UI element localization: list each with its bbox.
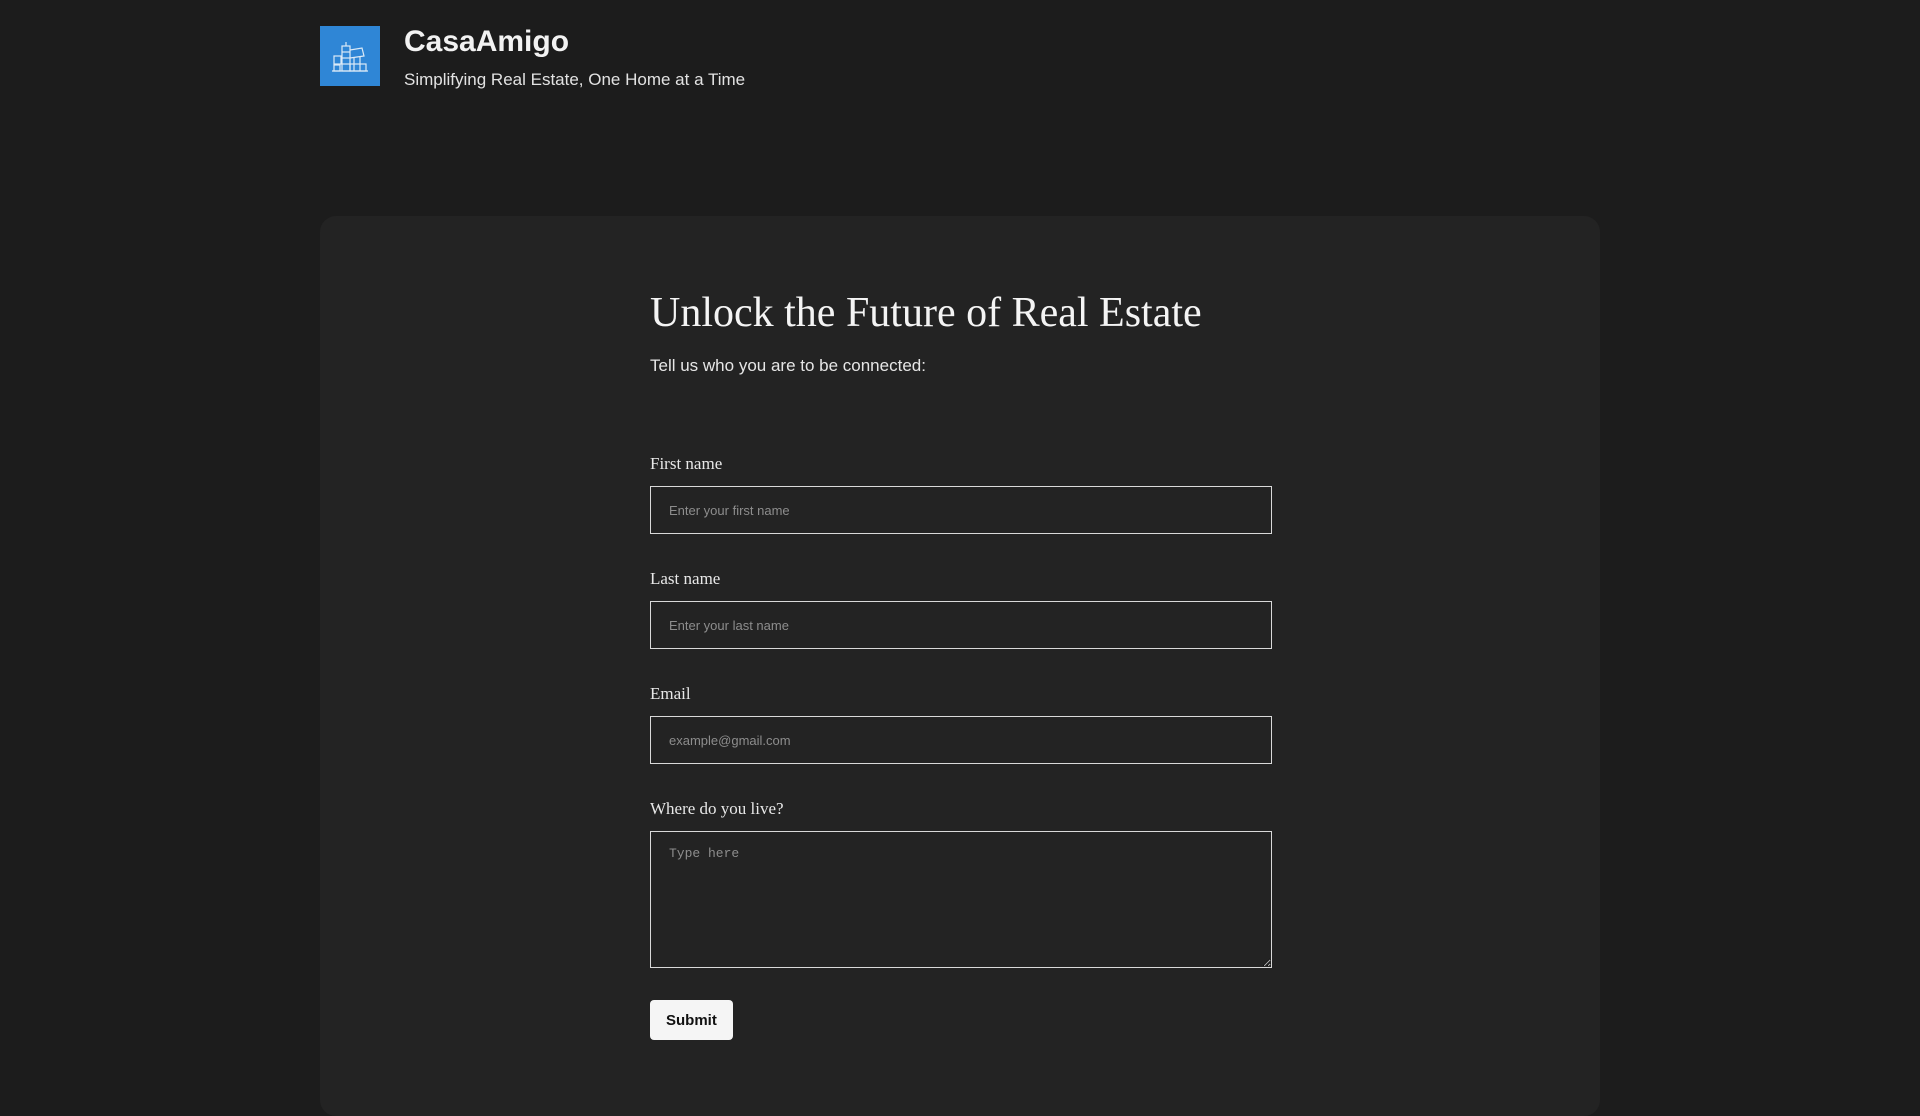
form-subtitle: Tell us who you are to be connected: — [650, 356, 926, 375]
email-field-group: Email — [650, 684, 1272, 764]
last-name-field-group: Last name — [650, 569, 1272, 649]
first-name-input[interactable] — [650, 486, 1272, 534]
location-field-group: Where do you live? — [650, 799, 1272, 968]
brand: CasaAmigo Simplifying Real Estate, One H… — [404, 26, 745, 90]
submit-button[interactable]: Submit — [650, 1000, 733, 1040]
building-icon — [332, 42, 368, 72]
last-name-input[interactable] — [650, 601, 1272, 649]
location-textarea[interactable] — [650, 831, 1272, 968]
first-name-label: First name — [650, 454, 723, 473]
signup-card: Unlock the Future of Real Estate Tell us… — [320, 216, 1600, 1116]
signup-form: Unlock the Future of Real Estate Tell us… — [650, 288, 1272, 1040]
site-header: CasaAmigo Simplifying Real Estate, One H… — [320, 26, 745, 90]
logo[interactable] — [320, 26, 380, 86]
email-label: Email — [650, 684, 691, 703]
location-label: Where do you live? — [650, 799, 784, 818]
brand-name[interactable]: CasaAmigo — [404, 26, 745, 58]
email-input[interactable] — [650, 716, 1272, 764]
brand-tagline: Simplifying Real Estate, One Home at a T… — [404, 70, 746, 89]
form-title: Unlock the Future of Real Estate — [650, 290, 1202, 336]
form-fields: First name Last name Email Where do you … — [650, 454, 1272, 1040]
first-name-field-group: First name — [650, 454, 1272, 534]
last-name-label: Last name — [650, 569, 721, 588]
